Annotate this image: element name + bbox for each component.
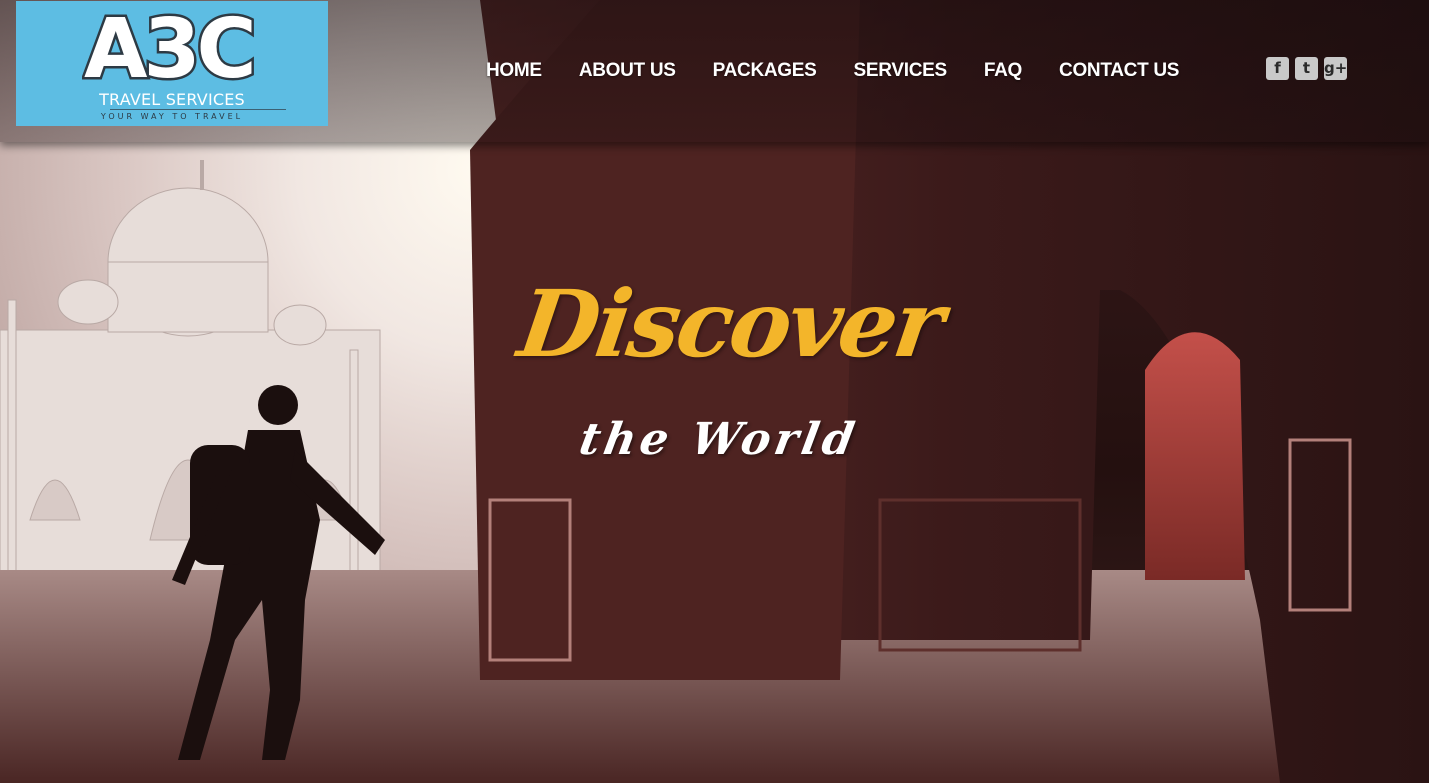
- a3c-logo-mark: A3C: [82, 3, 259, 91]
- brand-tagline: YOUR WAY TO TRAVEL: [100, 112, 244, 121]
- nav-contact-us[interactable]: CONTACT US: [1059, 60, 1179, 86]
- nav-about-us[interactable]: ABOUT US: [579, 60, 676, 86]
- hero-headline-secondary: the World: [575, 414, 862, 465]
- logo-text: A3C: [84, 3, 253, 91]
- site-header: A3C TRAVEL SERVICES YOUR WAY TO TRAVEL H…: [0, 0, 1429, 142]
- nav-faq[interactable]: FAQ: [984, 60, 1022, 86]
- twitter-icon[interactable]: t: [1295, 57, 1318, 80]
- nav-home[interactable]: HOME: [486, 60, 542, 86]
- nav-services[interactable]: SERVICES: [854, 60, 948, 86]
- social-links: f t g+: [1266, 57, 1353, 80]
- hero-headline-primary: Discover: [512, 270, 948, 378]
- google-plus-icon[interactable]: g+: [1324, 57, 1347, 80]
- main-nav: HOME ABOUT US PACKAGES SERVICES FAQ CONT…: [486, 60, 1216, 86]
- facebook-icon[interactable]: f: [1266, 57, 1289, 80]
- nav-packages[interactable]: PACKAGES: [713, 60, 817, 86]
- logo-divider: [110, 109, 286, 110]
- brand-logo[interactable]: A3C TRAVEL SERVICES YOUR WAY TO TRAVEL: [16, 1, 328, 126]
- brand-name: TRAVEL SERVICES: [99, 90, 245, 109]
